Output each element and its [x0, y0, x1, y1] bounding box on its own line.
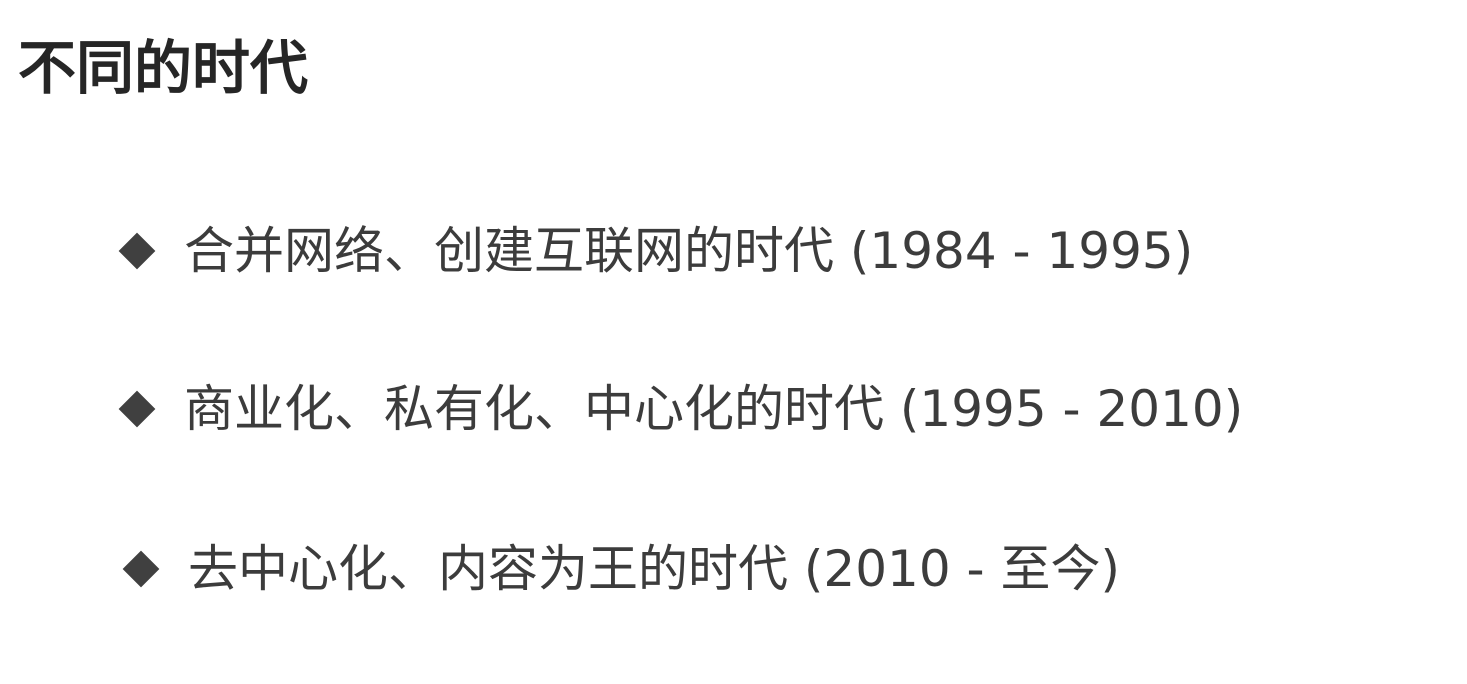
- era-list: 合并网络、创建互联网的时代 (1984 - 1995) 商业化、私有化、中心化的…: [0, 0, 1467, 684]
- list-item: 去中心化、内容为王的时代 (2010 - 至今): [120, 534, 1120, 604]
- list-item-text: 商业化、私有化、中心化的时代 (1995 - 2010): [184, 380, 1244, 438]
- list-item-text: 去中心化、内容为王的时代 (2010 - 至今): [188, 540, 1120, 598]
- slide: 不同的时代 合并网络、创建互联网的时代 (1984 - 1995) 商业化、私有…: [0, 0, 1467, 684]
- diamond-bullet-icon: [118, 390, 156, 428]
- diamond-bullet-icon: [118, 232, 156, 270]
- list-item-text: 合并网络、创建互联网的时代 (1984 - 1995): [184, 222, 1194, 280]
- diamond-bullet-icon: [122, 550, 160, 588]
- list-item: 商业化、私有化、中心化的时代 (1995 - 2010): [116, 374, 1243, 444]
- list-item: 合并网络、创建互联网的时代 (1984 - 1995): [116, 216, 1193, 286]
